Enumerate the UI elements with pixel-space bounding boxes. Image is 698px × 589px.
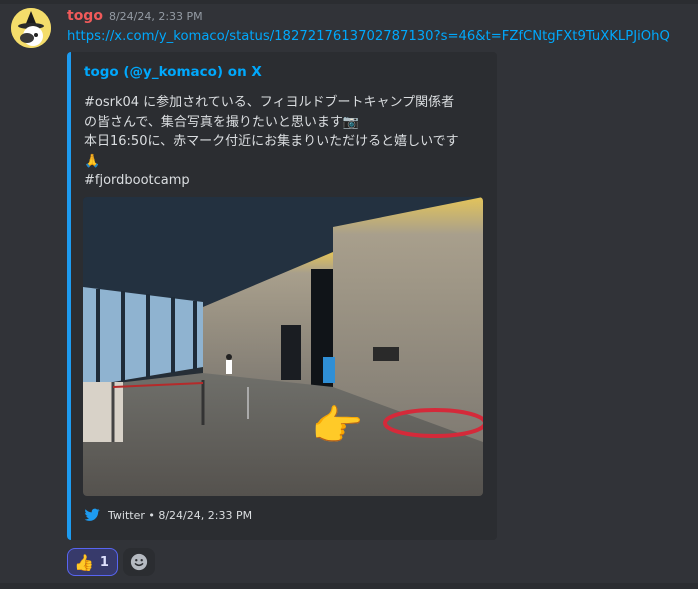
- embed-line: 🙏: [84, 153, 101, 169]
- embed-line: #osrk04 に参加されている、フィヨルドブートキャンプ関係者: [84, 95, 455, 110]
- embed-description: #osrk04 に参加されている、フィヨルドブートキャンプ関係者 の皆さんで、集…: [84, 93, 484, 191]
- add-reaction-button[interactable]: [122, 548, 155, 576]
- thumbs-up-icon: 👍: [74, 552, 94, 572]
- embed-line: の皆さんで、集合写真を撮りたいと思います📷: [84, 114, 360, 130]
- twitter-icon: [84, 508, 100, 521]
- author-name[interactable]: togo: [67, 8, 103, 24]
- message-link[interactable]: https://x.com/y_komaco/status/1827217613…: [67, 29, 670, 44]
- embed-footer-text: Twitter • 8/24/24, 2:33 PM: [108, 508, 253, 522]
- embed-footer: Twitter • 8/24/24, 2:33 PM: [84, 508, 252, 522]
- avatar-image: [11, 8, 51, 48]
- smile-icon: [130, 553, 148, 571]
- message-timestamp: 8/24/24, 2:33 PM: [108, 10, 203, 23]
- thumbs-up-reaction[interactable]: 👍 1: [67, 548, 118, 576]
- link-embed: togo (@y_komaco) on X #osrk04 に参加されている、フ…: [67, 52, 497, 540]
- avatar[interactable]: [11, 8, 51, 48]
- embed-image[interactable]: 👉: [83, 197, 483, 496]
- pointing-hand-icon: 👉: [311, 401, 363, 450]
- reaction-bar: 👍 1: [67, 548, 155, 576]
- lobby-photo: 👉: [83, 197, 483, 496]
- embed-line: #fjordbootcamp: [84, 173, 190, 188]
- message-header: togo 8/24/24, 2:33 PM: [67, 8, 203, 26]
- bottom-strip: [0, 583, 698, 589]
- chat-message: togo 8/24/24, 2:33 PM https://x.com/y_ko…: [0, 0, 698, 583]
- embed-line: 本日16:50に、赤マーク付近にお集まりいただけると嬉しいです: [84, 134, 459, 149]
- reaction-count: 1: [99, 554, 109, 570]
- embed-title[interactable]: togo (@y_komaco) on X: [84, 64, 262, 80]
